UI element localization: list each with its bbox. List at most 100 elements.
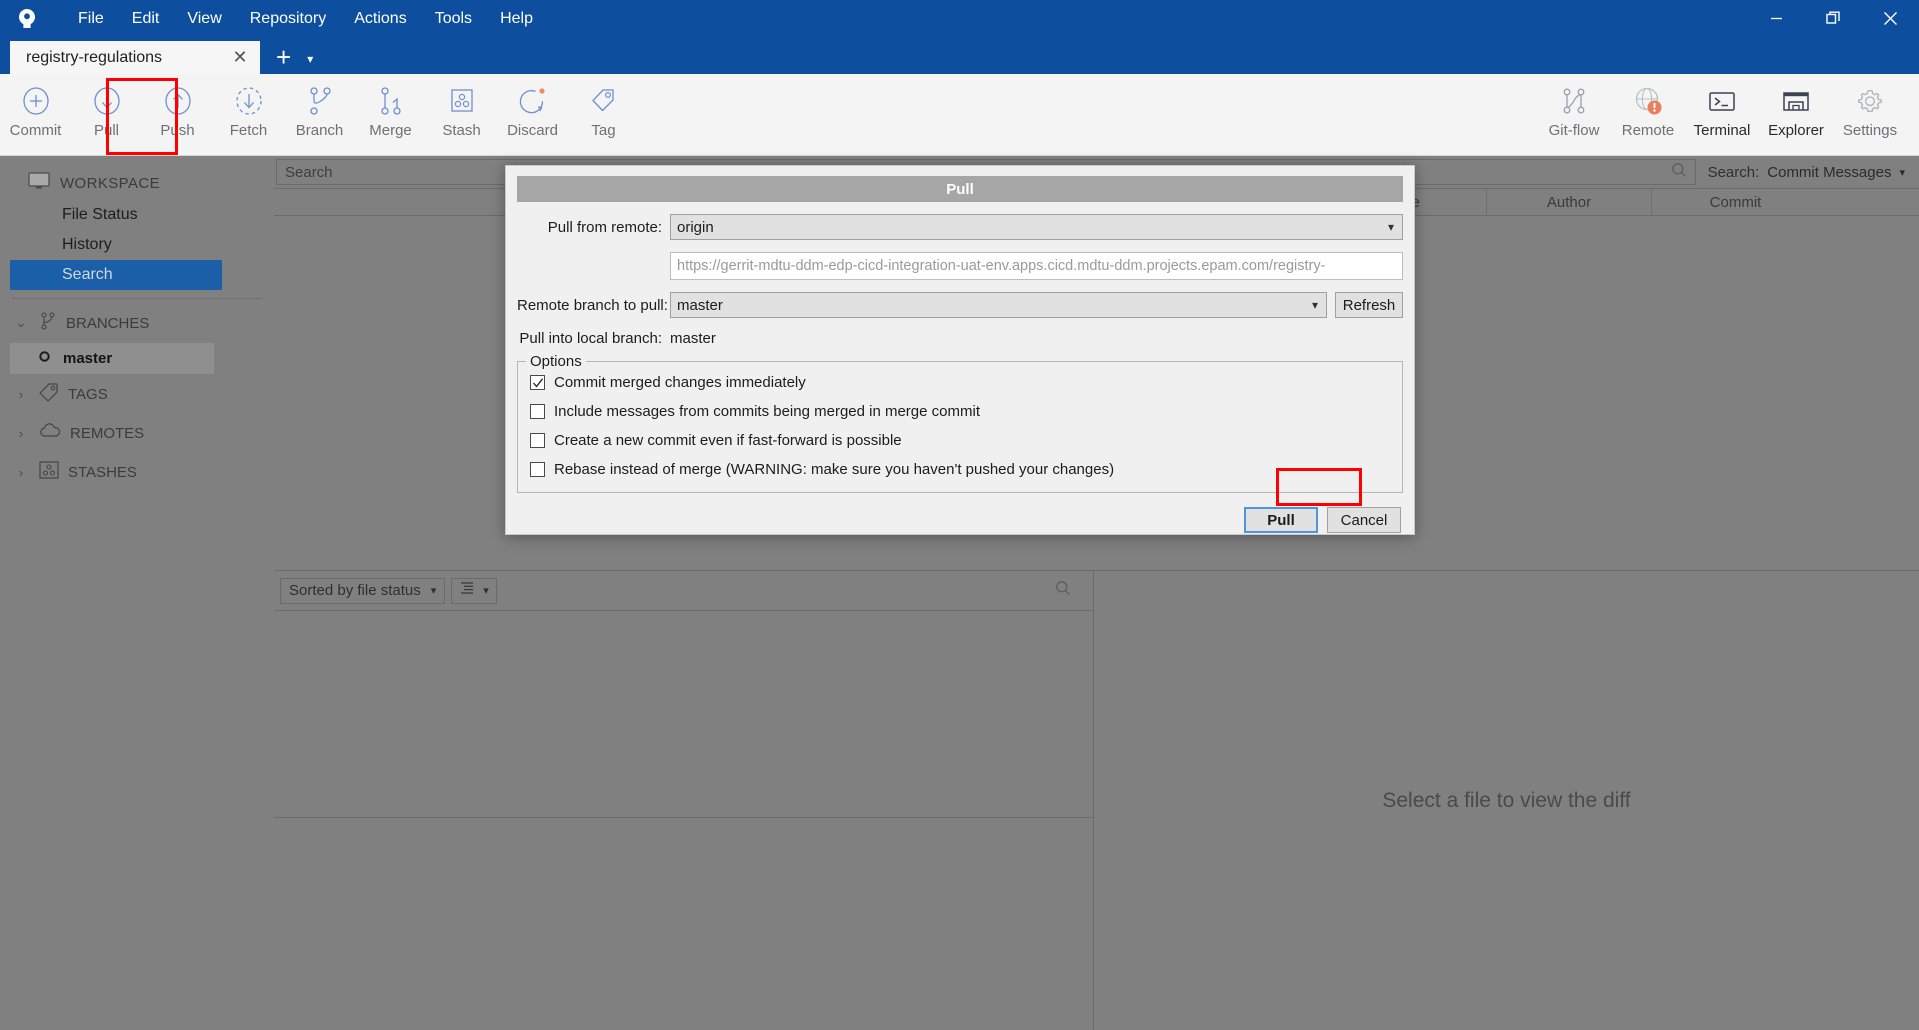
toolbar-remote-button[interactable]: Remote bbox=[1611, 74, 1685, 154]
remote-url-field: https://gerrit-mdtu-ddm-edp-cicd-integra… bbox=[670, 252, 1403, 280]
chevron-down-icon[interactable]: ▾ bbox=[1312, 298, 1318, 312]
merge-icon bbox=[376, 83, 406, 119]
search-scope-value: Commit Messages bbox=[1767, 163, 1892, 181]
toolbar-branch-button[interactable]: Branch bbox=[284, 74, 355, 154]
option-rebase-checkbox[interactable] bbox=[530, 462, 545, 477]
toolbar-pull-label: Pull bbox=[93, 122, 119, 139]
option-new-commit-row[interactable]: Create a new commit even if fast-forward… bbox=[530, 432, 1392, 449]
toolbar-commit-button[interactable]: Commit bbox=[0, 74, 71, 154]
toolbar-fetch-label: Fetch bbox=[229, 122, 268, 139]
branch-icon bbox=[38, 311, 58, 335]
column-header-author[interactable]: Author bbox=[1487, 189, 1652, 215]
search-scope-selector[interactable]: Search: Commit Messages ▾ bbox=[1696, 164, 1917, 181]
push-up-arrow-icon bbox=[163, 83, 193, 119]
toolbar-tag-button[interactable]: Tag bbox=[568, 74, 639, 154]
menu-edit[interactable]: Edit bbox=[118, 6, 174, 32]
sidebar-item-search[interactable]: Search bbox=[10, 260, 222, 290]
sidebar-branch-master[interactable]: master bbox=[10, 343, 214, 374]
pull-down-arrow-icon bbox=[92, 83, 122, 119]
remote-select[interactable]: origin ▾ bbox=[670, 214, 1403, 240]
diff-viewer[interactable]: Select a file to view the diff bbox=[1094, 571, 1919, 1030]
tag-icon bbox=[589, 83, 619, 119]
chevron-right-icon[interactable]: › bbox=[12, 387, 30, 402]
toolbar-stash-button[interactable]: Stash bbox=[426, 74, 497, 154]
menu-tools[interactable]: Tools bbox=[421, 6, 486, 32]
chevron-right-icon[interactable]: › bbox=[12, 426, 30, 441]
discard-refresh-icon bbox=[518, 83, 548, 119]
chevron-down-icon[interactable]: ⌄ bbox=[12, 315, 30, 331]
remote-branch-label: Remote branch to pull: bbox=[517, 296, 668, 314]
option-commit-merged-checkbox[interactable] bbox=[530, 375, 545, 390]
tab-close-icon[interactable]: ✕ bbox=[226, 44, 254, 72]
tab-list-chevron-down-icon[interactable]: ▾ bbox=[303, 52, 325, 74]
toolbar-push-button[interactable]: Push bbox=[142, 74, 213, 154]
minimize-button[interactable] bbox=[1748, 0, 1805, 37]
toolbar-explorer-label: Explorer bbox=[1768, 122, 1824, 139]
menu-view[interactable]: View bbox=[173, 6, 235, 32]
sidebar-divider bbox=[12, 298, 262, 299]
column-header-commit[interactable]: Commit bbox=[1652, 189, 1819, 215]
chevron-down-icon[interactable]: ▾ bbox=[1388, 220, 1394, 234]
remote-branch-select[interactable]: master ▾ bbox=[670, 292, 1327, 318]
toolbar-settings-button[interactable]: Settings bbox=[1833, 74, 1907, 154]
list-view-icon bbox=[459, 580, 475, 601]
pull-cancel-button[interactable]: Cancel bbox=[1327, 507, 1401, 533]
toolbar-gitflow-button[interactable]: Git-flow bbox=[1537, 74, 1611, 154]
sidebar: WORKSPACE File Status History Search ⌄ B… bbox=[0, 156, 274, 1030]
unstaged-files-list[interactable] bbox=[274, 818, 1093, 1030]
toolbar-commit-label: Commit bbox=[9, 122, 62, 139]
terminal-icon bbox=[1706, 83, 1738, 119]
new-tab-button[interactable]: + bbox=[260, 44, 303, 74]
option-commit-merged-row[interactable]: Commit merged changes immediately bbox=[530, 374, 1392, 391]
option-rebase-row[interactable]: Rebase instead of merge (WARNING: make s… bbox=[530, 461, 1392, 478]
lower-panes: Sorted by file status ▾ ▾ Select a file … bbox=[274, 571, 1919, 1030]
menu-actions[interactable]: Actions bbox=[340, 6, 420, 32]
sidebar-section-tags-label: TAGS bbox=[68, 385, 108, 403]
sidebar-section-branches[interactable]: ⌄ BRANCHES bbox=[0, 303, 274, 343]
stash-icon bbox=[447, 83, 477, 119]
chevron-down-icon[interactable]: ▾ bbox=[483, 584, 489, 597]
chevron-down-icon[interactable]: ▾ bbox=[431, 584, 437, 597]
local-branch-row: Pull into local branch: master bbox=[517, 330, 1403, 347]
remote-row: Pull from remote: origin ▾ bbox=[517, 214, 1403, 240]
refresh-button[interactable]: Refresh bbox=[1335, 292, 1403, 318]
view-mode-button[interactable]: ▾ bbox=[451, 577, 497, 604]
option-commit-merged-label: Commit merged changes immediately bbox=[554, 374, 806, 391]
menu-file[interactable]: File bbox=[64, 6, 118, 32]
menu-repository[interactable]: Repository bbox=[236, 6, 340, 32]
toolbar-merge-button[interactable]: Merge bbox=[355, 74, 426, 154]
remote-url-row: https://gerrit-mdtu-ddm-edp-cicd-integra… bbox=[517, 252, 1403, 280]
sidebar-workspace-header[interactable]: WORKSPACE bbox=[0, 166, 274, 200]
sidebar-section-tags[interactable]: › TAGS bbox=[0, 374, 274, 414]
staged-files-list[interactable] bbox=[274, 611, 1093, 818]
toolbar-discard-button[interactable]: Discard bbox=[497, 74, 568, 154]
tab-registry-regulations[interactable]: registry-regulations ✕ bbox=[10, 41, 260, 74]
chevron-right-icon[interactable]: › bbox=[12, 465, 30, 480]
toolbar-branch-label: Branch bbox=[295, 122, 344, 139]
sidebar-section-remotes[interactable]: › REMOTES bbox=[0, 414, 274, 452]
search-icon[interactable] bbox=[1055, 580, 1071, 601]
options-fieldset: Options Commit merged changes immediatel… bbox=[517, 353, 1403, 493]
option-new-commit-checkbox[interactable] bbox=[530, 433, 545, 448]
chevron-down-icon[interactable]: ▾ bbox=[1899, 166, 1905, 179]
toolbar-pull-button[interactable]: Pull bbox=[71, 74, 142, 154]
restore-button[interactable] bbox=[1805, 0, 1862, 37]
toolbar-fetch-button[interactable]: Fetch bbox=[213, 74, 284, 154]
toolbar-terminal-button[interactable]: Terminal bbox=[1685, 74, 1759, 154]
sidebar-section-stashes[interactable]: › STASHES bbox=[0, 452, 274, 492]
option-include-messages-checkbox[interactable] bbox=[530, 404, 545, 419]
sidebar-section-stashes-label: STASHES bbox=[68, 463, 137, 481]
tag-icon bbox=[38, 382, 60, 406]
pull-confirm-highlight bbox=[1276, 468, 1362, 506]
dialog-button-row: Pull Cancel bbox=[517, 507, 1403, 533]
menu-help[interactable]: Help bbox=[486, 6, 547, 32]
toolbar-explorer-button[interactable]: Explorer bbox=[1759, 74, 1833, 154]
pull-confirm-button[interactable]: Pull bbox=[1244, 507, 1318, 533]
sidebar-item-history[interactable]: History bbox=[0, 230, 274, 260]
option-include-messages-row[interactable]: Include messages from commits being merg… bbox=[530, 403, 1392, 420]
tab-bar: registry-regulations ✕ + ▾ bbox=[0, 37, 1919, 74]
close-button[interactable] bbox=[1862, 0, 1919, 37]
toolbar-right-group: Git-flow Remote Terminal Explorer Settin… bbox=[1537, 74, 1907, 154]
sidebar-item-file-status[interactable]: File Status bbox=[0, 200, 274, 230]
sort-select[interactable]: Sorted by file status ▾ bbox=[280, 577, 446, 604]
